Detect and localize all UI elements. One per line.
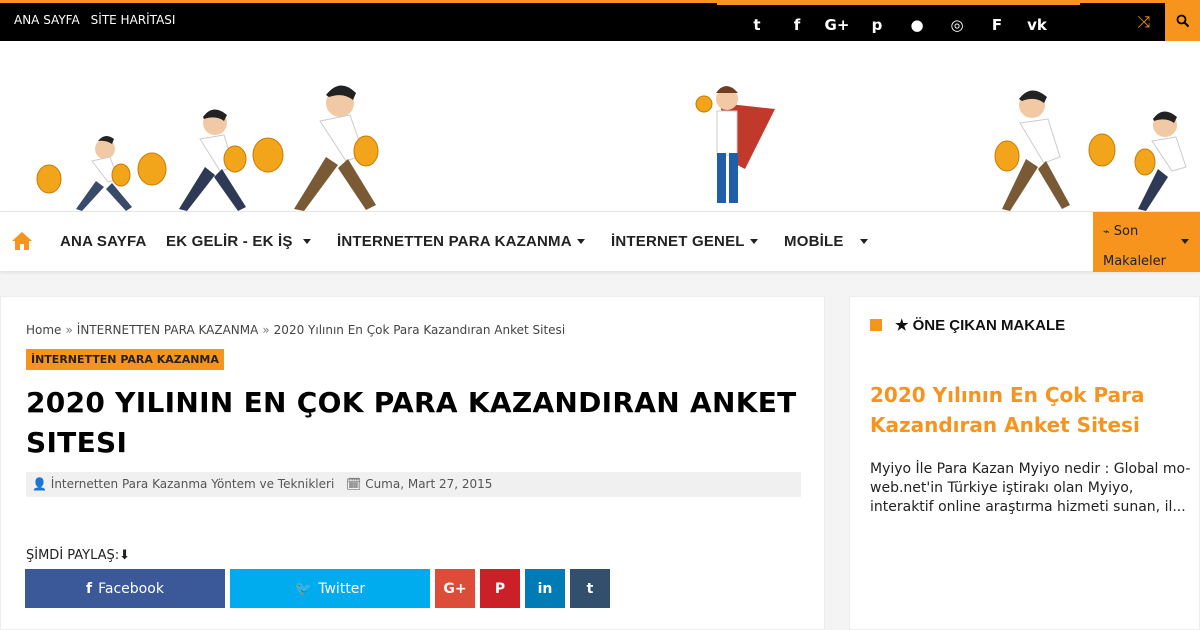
calendar-icon: 🗓 [346, 477, 362, 491]
tumblr-icon: t [586, 580, 594, 597]
recent-posts-dropdown[interactable]: ⌁ Son Makaleler [1093, 212, 1200, 272]
facebook-share-button[interactable]: f Facebook [25, 569, 225, 608]
chevron-down-icon[interactable] [750, 239, 758, 244]
money-bags-right [994, 133, 1156, 176]
facebook-icon: f [86, 580, 93, 597]
breadcrumb-current: 2020 Yılının En Çok Para Kazandıran Anke… [273, 323, 566, 337]
user-icon: 👤 [32, 477, 47, 491]
businessman-figure [695, 86, 775, 203]
nav-item-internet-general[interactable]: İNTERNET GENEL [611, 233, 745, 250]
search-icon [1176, 14, 1189, 27]
featured-post-excerpt: Myiyo İle Para Kazan Myiyo nedir : Globa… [870, 461, 1191, 515]
twitter-share-button[interactable]: 🐦 Twitter [230, 569, 430, 608]
date-meta: 🗓 Cuma, Mart 27, 2015 [346, 477, 493, 491]
twitter-icon: 🐦 [294, 580, 313, 597]
google-plus-icon[interactable]: G+ [817, 7, 857, 43]
top-link-home[interactable]: ANA SAYFA [14, 13, 80, 27]
article-card: Home» İNTERNETTEN PARA KAZANMA» 2020 Yılın… [0, 296, 825, 630]
chevron-down-icon[interactable] [860, 239, 868, 244]
share-button-label: Facebook [98, 580, 164, 597]
google-plus-icon: G+ [443, 580, 467, 597]
breadcrumb-separator: » [65, 323, 73, 337]
foursquare-icon[interactable]: F [977, 7, 1017, 43]
breadcrumb-category[interactable]: İNTERNETTEN PARA KAZANMA [77, 323, 259, 337]
top-links: ANA SAYFA SİTE HARİTASI [14, 13, 175, 27]
breadcrumb-separator: » [262, 323, 270, 337]
banner-illustration [36, 85, 1187, 211]
facebook-icon[interactable]: f [777, 7, 817, 43]
tumblr-share-button[interactable]: t [570, 569, 610, 608]
linkedin-icon: in [537, 580, 553, 597]
nav-item-internet-money[interactable]: İNTERNETTEN PARA KAZANMA [337, 233, 572, 250]
pinterest-icon: P [494, 580, 506, 597]
vk-icon[interactable]: vk [1017, 7, 1057, 43]
breadcrumb-home[interactable]: Home [26, 323, 61, 337]
share-label: ŞİMDİ PAYLAŞ:⬇ [26, 548, 131, 563]
rss-icon: ⌁ [1103, 225, 1110, 238]
header-banner[interactable] [0, 41, 1200, 211]
github-icon[interactable]: ● [897, 7, 937, 43]
search-button[interactable] [1165, 0, 1200, 41]
sidebar-featured: ★ ÖNE ÇIKAN MAKALE 2020 Yılının En Çok P… [849, 296, 1200, 630]
main-navigation: ANA SAYFA EK GELİR - EK İŞ İNTERNETTEN P… [0, 211, 1200, 272]
top-bar: ANA SAYFA SİTE HARİTASI t f G+ p ● ◎ Fvk ⤨ [0, 0, 1200, 41]
category-badge[interactable]: İNTERNETTEN PARA KAZANMA [26, 349, 224, 370]
dribbble-icon[interactable]: ◎ [937, 7, 977, 43]
chevron-down-icon [1181, 239, 1189, 244]
social-links: t f G+ p ● ◎ Fvk [717, 0, 1080, 44]
home-icon[interactable] [10, 230, 34, 252]
nav-item-mobile[interactable]: MOBİLE [784, 233, 844, 250]
twitter-icon[interactable]: t [737, 7, 777, 43]
share-button-label: Twitter [318, 580, 366, 597]
featured-post-title[interactable]: 2020 Yılının En Çok Para Kazandıran Anke… [870, 380, 1170, 440]
sidebar-heading: ★ ÖNE ÇIKAN MAKALE [895, 317, 1066, 334]
shuffle-icon[interactable]: ⤨ [1126, 3, 1162, 41]
google-plus-share-button[interactable]: G+ [435, 569, 475, 608]
top-link-sitemap[interactable]: SİTE HARİTASI [91, 13, 176, 27]
pinterest-icon[interactable]: p [857, 7, 897, 43]
linkedin-share-button[interactable]: in [525, 569, 565, 608]
page-title: 2020 YILININ EN ÇOK PARA KAZANDIRAN ANKE… [26, 386, 797, 459]
author-meta: 👤 İnternetten Para Kazanma Yöntem ve Tek… [32, 477, 335, 491]
breadcrumb: Home» İNTERNETTEN PARA KAZANMA» 2020 Yılın… [26, 323, 565, 337]
recent-posts-label: ⌁ Son Makaleler [1103, 224, 1167, 269]
chevron-down-icon[interactable] [577, 239, 585, 244]
heading-marker [870, 319, 882, 331]
post-meta: 👤 İnternetten Para Kazanma Yöntem ve Tek… [26, 472, 801, 497]
pinterest-share-button[interactable]: P [480, 569, 520, 608]
nav-item-home[interactable]: ANA SAYFA [60, 233, 147, 250]
nav-item-extra-income[interactable]: EK GELİR - EK İŞ [166, 233, 293, 250]
chevron-down-icon[interactable] [303, 239, 311, 244]
